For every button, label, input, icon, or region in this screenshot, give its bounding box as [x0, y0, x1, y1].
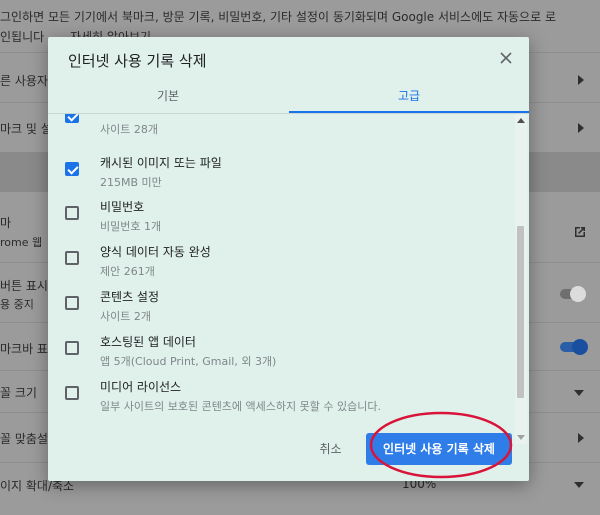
scrollbar-thumb[interactable] — [517, 226, 524, 398]
data-type-list: 사이트 28개 캐시된 이미지 또는 파일 215MB 미만 비밀번호 비밀번호… — [48, 114, 514, 444]
list-item: 사이트 28개 — [48, 114, 514, 137]
sync-notice: 그인하면 모든 기기에서 북마크, 방문 기록, 비밀번호, 기타 설정이 동기… — [0, 10, 556, 24]
cancel-button[interactable]: 취소 — [303, 434, 358, 464]
tab-advanced[interactable]: 고급 — [289, 79, 529, 113]
list-item-passwords: 비밀번호 비밀번호 1개 — [48, 184, 514, 233]
dropdown-arrow-icon[interactable] — [574, 390, 584, 396]
row-theme[interactable]: 마 — [0, 214, 11, 231]
annotation-highlight-ellipse — [369, 411, 513, 479]
checkbox[interactable] — [65, 296, 79, 310]
toggle-knob — [570, 286, 586, 302]
toggle-knob — [572, 339, 588, 355]
item-subtitle: 사이트 28개 — [100, 123, 158, 136]
scroll-down-arrow-icon[interactable] — [517, 435, 525, 440]
chevron-right-icon[interactable] — [578, 123, 584, 133]
row-bookmark-bar[interactable]: 마크바 표 — [0, 340, 48, 357]
row-custom-fonts[interactable]: 꼴 맞춤설 — [0, 430, 48, 447]
list-item-media-licenses: 미디어 라이선스 일부 사이트의 보호된 콘텐츠에 액세스하지 못할 수 있습니… — [48, 364, 514, 413]
row-home-button-sub: 용 중지 — [0, 298, 34, 311]
row-theme-sub: rome 웹 — [0, 236, 43, 249]
item-title: 호스팅된 앱 데이터 — [100, 335, 196, 349]
chevron-right-icon[interactable] — [578, 75, 584, 85]
row-bookmarks-settings[interactable]: 마크 및 설 — [0, 120, 52, 137]
list-item-cached-images: 캐시된 이미지 또는 파일 215MB 미만 — [48, 140, 514, 189]
dropdown-arrow-icon[interactable] — [574, 482, 584, 488]
row-other-users[interactable]: 른 사용자 — [0, 72, 48, 89]
item-subtitle: 일부 사이트의 보호된 콘텐츠에 액세스하지 못할 수 있습니다. — [100, 400, 381, 413]
open-in-new-icon[interactable] — [572, 224, 588, 240]
checkbox[interactable] — [65, 341, 79, 355]
item-title: 콘텐츠 설정 — [100, 290, 160, 304]
list-item-autofill: 양식 데이터 자동 완성 제안 261개 — [48, 229, 514, 278]
dialog-title: 인터넷 사용 기록 삭제 — [68, 52, 207, 70]
chevron-right-icon[interactable] — [578, 433, 584, 443]
list-item-hosted-app-data: 호스팅된 앱 데이터 앱 5개(Cloud Print, Gmail, 외 3개… — [48, 319, 514, 368]
checkbox[interactable] — [65, 386, 79, 400]
home-button-toggle[interactable] — [560, 286, 586, 302]
item-title: 양식 데이터 자동 완성 — [100, 245, 211, 259]
item-title: 비밀번호 — [100, 200, 145, 214]
checkbox[interactable] — [65, 206, 79, 220]
bookmark-bar-toggle[interactable] — [560, 339, 588, 355]
item-title: 미디어 라이선스 — [100, 380, 182, 394]
row-font-size[interactable]: 꼴 크기 — [0, 384, 37, 401]
active-tab-indicator — [289, 111, 529, 113]
tab-bar: 기본 고급 — [48, 79, 529, 114]
checkbox[interactable] — [65, 114, 79, 123]
list-item-content-settings: 콘텐츠 설정 사이트 2개 — [48, 274, 514, 323]
tab-basic[interactable]: 기본 — [48, 79, 288, 113]
row-home-button[interactable]: 버튼 표시 — [0, 277, 48, 294]
item-title: 캐시된 이미지 또는 파일 — [100, 156, 222, 170]
checkbox[interactable] — [65, 251, 79, 265]
sync-notice-end: 인됩니다 — [0, 30, 45, 44]
list-scrollbar[interactable] — [515, 114, 527, 444]
checkbox[interactable] — [65, 162, 79, 176]
close-icon[interactable] — [497, 49, 515, 67]
scroll-up-arrow-icon[interactable] — [517, 118, 525, 123]
